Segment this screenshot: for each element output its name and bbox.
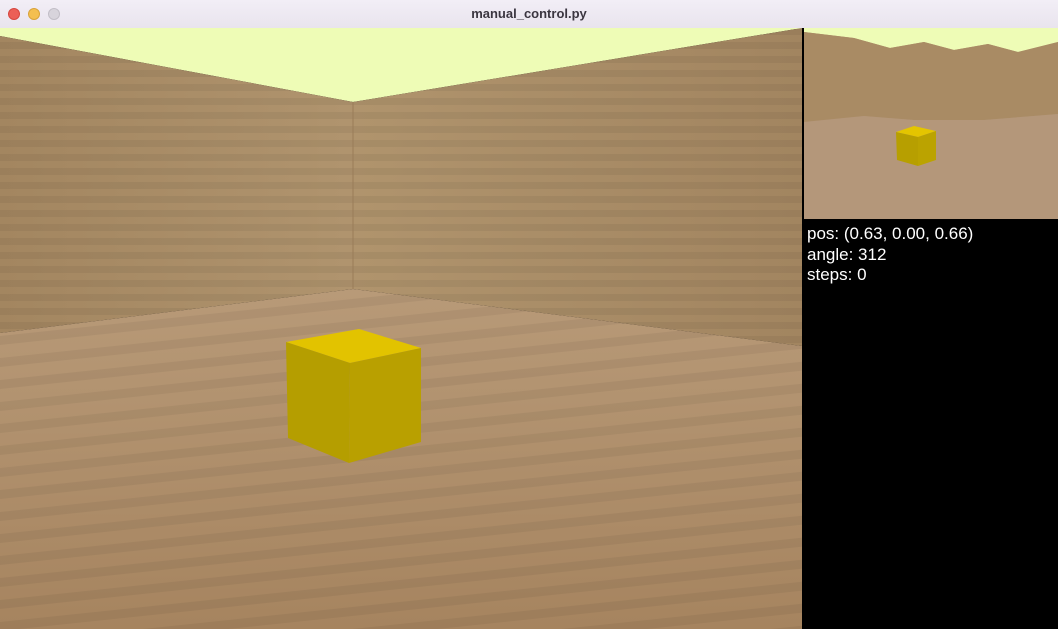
angle-readout: angle: 312 bbox=[807, 244, 887, 264]
side-panel: pos: (0.63, 0.00, 0.66) angle: 312 steps… bbox=[802, 28, 1058, 629]
app-window: manual_control.py pos: (0.63, 0.00, 0.66… bbox=[0, 0, 1058, 629]
stats-panel: pos: (0.63, 0.00, 0.66) angle: 312 steps… bbox=[807, 224, 973, 286]
top-view-floor bbox=[804, 114, 1058, 219]
title-bar[interactable]: manual_control.py bbox=[0, 0, 1058, 29]
floor-texture bbox=[0, 289, 802, 629]
window-title: manual_control.py bbox=[471, 6, 587, 21]
top-view-yellow-box bbox=[896, 126, 936, 166]
steps-readout: steps: 0 bbox=[807, 265, 867, 284]
top-camera-view bbox=[804, 28, 1058, 219]
pos-readout: pos: (0.63, 0.00, 0.66) bbox=[807, 224, 974, 243]
yellow-box bbox=[286, 329, 421, 463]
first-person-view[interactable] bbox=[0, 28, 802, 629]
